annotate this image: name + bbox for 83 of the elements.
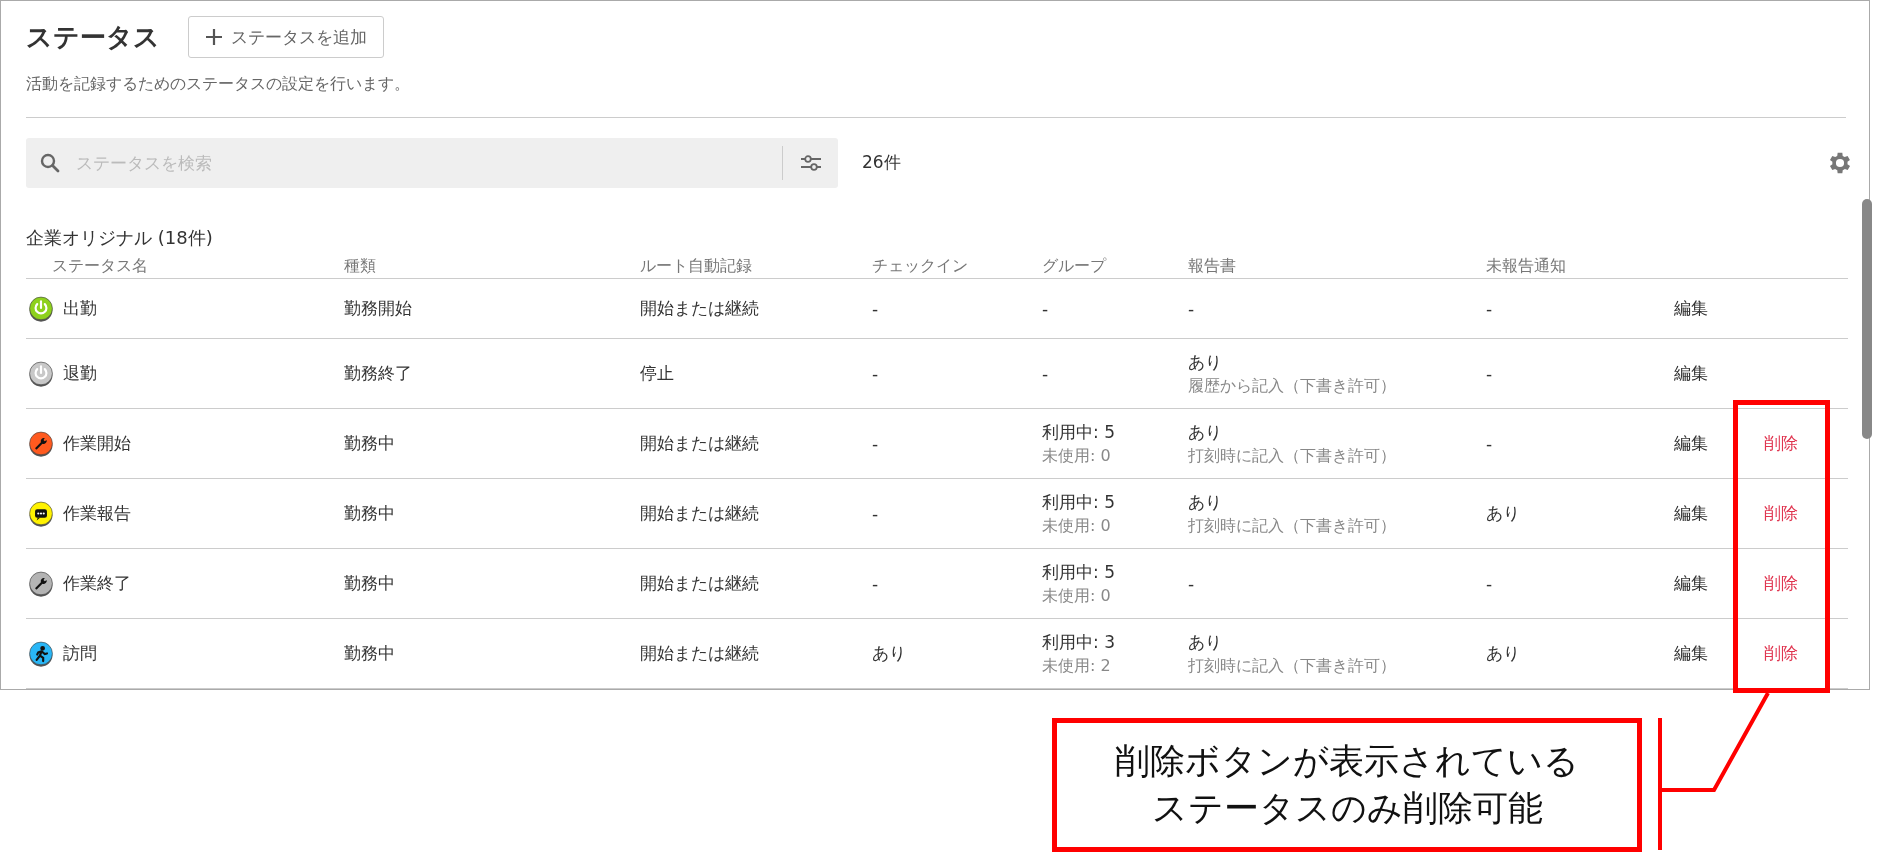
delete-link[interactable]: 削除	[1764, 433, 1798, 453]
table-cell-text: 停止	[640, 362, 675, 385]
table-cell-text: -	[1486, 433, 1494, 454]
report-setting: -	[1188, 573, 1196, 594]
table-cell-text: 勤務中	[344, 642, 396, 665]
edit-link[interactable]: 編集	[1674, 298, 1708, 318]
status-name: 作業終了	[63, 572, 131, 595]
column-header: ステータス名	[51, 256, 149, 278]
table-cell-text: あり	[1486, 502, 1521, 525]
group-usage: 未使用: 0	[1042, 585, 1112, 607]
group-usage: 未使用: 0	[1042, 515, 1112, 537]
report-setting: あり	[1188, 420, 1223, 444]
report-setting: 履歴から記入（下書き許可）	[1188, 375, 1397, 397]
status-name: 作業報告	[63, 502, 131, 525]
table-cell-text: 開始または継続	[640, 297, 760, 320]
table-cell-text: -	[872, 363, 880, 384]
report-setting: あり	[1188, 490, 1223, 514]
result-count: 26件	[862, 151, 902, 175]
status-name: 訪問	[63, 642, 97, 665]
table-cell-text: -	[872, 298, 880, 319]
report-setting: あり	[1188, 630, 1223, 654]
report-setting: あり	[1188, 350, 1223, 374]
group-usage: 利用中: 5	[1042, 560, 1116, 584]
table-cell-text: 開始または継続	[640, 642, 760, 665]
annotation-text: 削除ボタンが表示されている ステータスのみ削除可能	[1115, 739, 1579, 830]
table-cell-text: -	[872, 503, 880, 524]
table-cell-text: あり	[872, 642, 907, 665]
table-cell-text: 勤務中	[344, 432, 396, 455]
status-icon	[28, 360, 54, 387]
group-usage: -	[1042, 298, 1050, 319]
section-title: 企業オリジナル (18件)	[26, 225, 214, 250]
add-status-button[interactable]: ステータスを追加	[188, 16, 384, 58]
column-header: 報告書	[1188, 256, 1237, 278]
status-name: 出勤	[63, 297, 97, 320]
status-icon	[28, 295, 54, 322]
status-icon	[28, 500, 54, 527]
table-cell-text: 勤務開始	[344, 297, 413, 320]
report-setting: 打刻時に記入（下書き許可）	[1188, 445, 1397, 467]
search-icon	[40, 152, 60, 173]
group-usage: -	[1042, 363, 1050, 384]
table-cell-text: -	[872, 433, 880, 454]
edit-link[interactable]: 編集	[1674, 643, 1708, 663]
column-header: グループ	[1042, 256, 1108, 278]
column-header: チェックイン	[872, 256, 969, 278]
edit-link[interactable]: 編集	[1674, 363, 1708, 383]
delete-link[interactable]: 削除	[1764, 573, 1798, 593]
table-cell-text: -	[872, 573, 880, 594]
status-icon	[28, 640, 54, 667]
status-icon	[28, 430, 54, 457]
table-cell-text: 開始または継続	[640, 572, 760, 595]
scrollbar-thumb[interactable]	[1862, 199, 1872, 439]
report-setting: -	[1188, 298, 1196, 319]
plus-icon	[205, 28, 223, 46]
report-setting: 打刻時に記入（下書き許可）	[1188, 655, 1397, 677]
column-header: 未報告通知	[1486, 256, 1567, 278]
page-description: 活動を記録するためのステータスの設定を行います。	[26, 74, 411, 95]
group-usage: 利用中: 5	[1042, 420, 1116, 444]
table-cell-text: 勤務終了	[344, 362, 413, 385]
table-cell-text: 勤務中	[344, 502, 396, 525]
delete-link[interactable]: 削除	[1764, 503, 1798, 523]
delete-link[interactable]: 削除	[1764, 643, 1798, 663]
column-header: 種類	[344, 256, 377, 278]
table-cell-text: -	[1486, 363, 1494, 384]
group-usage: 利用中: 5	[1042, 490, 1116, 514]
status-icon	[28, 570, 54, 597]
group-usage: 未使用: 0	[1042, 445, 1112, 467]
report-setting: 打刻時に記入（下書き許可）	[1188, 515, 1397, 537]
group-usage: 未使用: 2	[1042, 655, 1112, 677]
table-cell-text: 開始または継続	[640, 432, 760, 455]
table-cell-text: 勤務中	[344, 572, 396, 595]
edit-link[interactable]: 編集	[1674, 503, 1708, 523]
status-name: 作業開始	[63, 432, 131, 455]
table-cell-text: あり	[1486, 642, 1521, 665]
page-title: ステータス	[26, 20, 160, 54]
table-cell-text: -	[1486, 298, 1494, 319]
group-usage: 利用中: 3	[1042, 630, 1116, 654]
status-name: 退勤	[63, 362, 97, 385]
edit-link[interactable]: 編集	[1674, 573, 1708, 593]
sliders-icon	[799, 152, 822, 173]
table-cell-text: 開始または継続	[640, 502, 760, 525]
edit-link[interactable]: 編集	[1674, 433, 1708, 453]
column-header: ルート自動記録	[640, 256, 753, 278]
table-cell-text: -	[1486, 573, 1494, 594]
